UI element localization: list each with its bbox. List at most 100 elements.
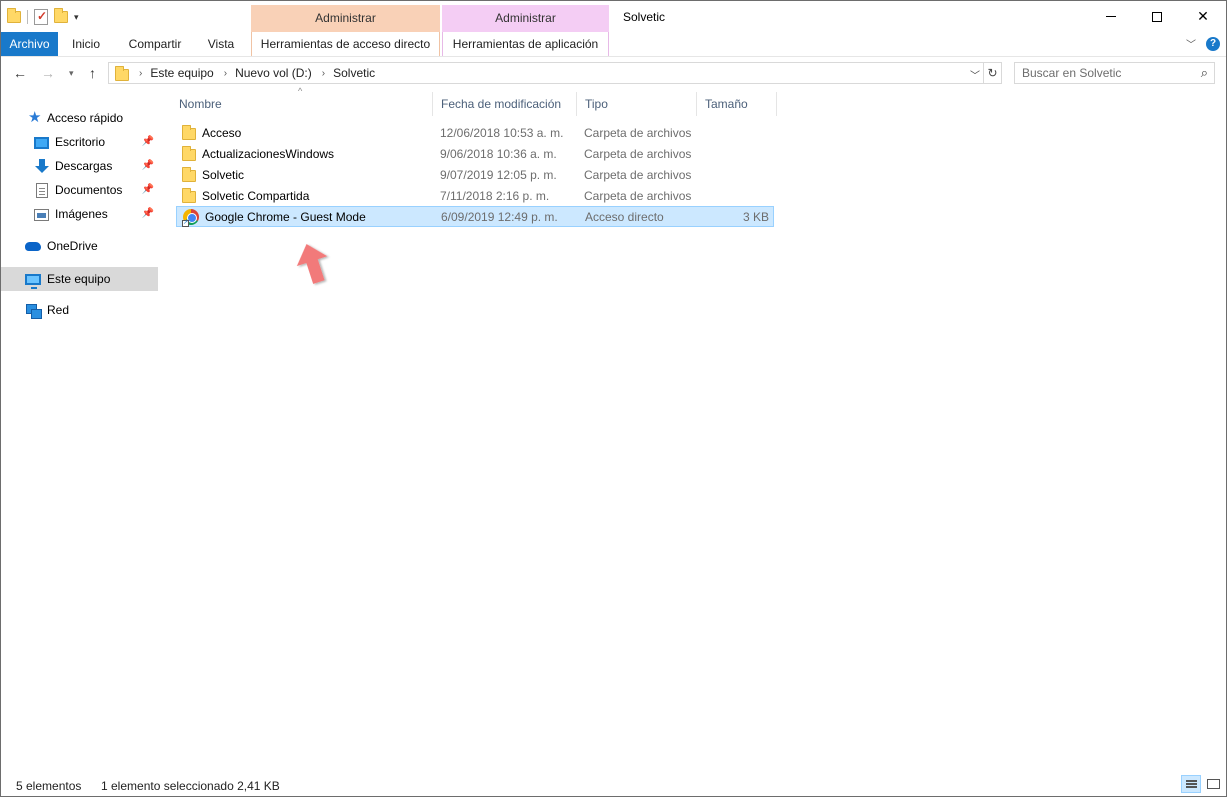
nav-item-label: Descargas xyxy=(55,159,113,173)
file-type: Carpeta de archivos xyxy=(584,167,692,182)
cloud-icon xyxy=(25,238,41,254)
breadcrumb-este-equipo[interactable]: Este equipo xyxy=(150,66,213,80)
chrome-icon: ↗ xyxy=(182,208,199,227)
nav-item-label: Este equipo xyxy=(47,272,111,286)
table-row[interactable]: Solvetic 9/07/2019 12:05 p. m. Carpeta d… xyxy=(176,164,774,185)
file-size: 3 KB xyxy=(742,209,769,224)
maximize-button[interactable] xyxy=(1134,1,1180,32)
breadcrumb-separator-icon[interactable]: › xyxy=(224,68,227,79)
column-header-date[interactable]: Fecha de modificación xyxy=(433,92,577,116)
address-row: ← → ▾ ↑ › Este equipo › Nuevo vol (D:) ›… xyxy=(1,57,1226,89)
new-folder-icon[interactable] xyxy=(54,8,68,23)
breadcrumb[interactable]: › Este equipo xyxy=(139,66,214,80)
properties-icon[interactable] xyxy=(34,9,48,25)
context-tab-header-shortcut: Administrar xyxy=(251,5,440,32)
context-tab-header-app: Administrar xyxy=(442,5,609,32)
search-input[interactable] xyxy=(1022,63,1192,83)
file-type: Acceso directo xyxy=(585,209,664,224)
back-arrow-icon[interactable]: ← xyxy=(13,65,27,81)
file-name: ActualizacionesWindows xyxy=(202,146,335,161)
file-name-cell: Acceso xyxy=(182,125,241,140)
nav-item-label: Documentos xyxy=(55,183,123,197)
pin-icon: 📌 xyxy=(141,208,154,219)
refresh-icon: ↻ xyxy=(987,66,998,80)
nav-item-label: Imágenes xyxy=(55,207,108,221)
maximize-icon xyxy=(1152,11,1162,22)
file-date: 6/09/2019 12:49 p. m. xyxy=(441,209,558,224)
table-row[interactable]: Solvetic Compartida 7/11/2018 2:16 p. m.… xyxy=(176,185,774,206)
table-row[interactable]: ActualizacionesWindows 9/06/2018 10:36 a… xyxy=(176,143,774,164)
breadcrumb-nuevo-vol[interactable]: Nuevo vol (D:) xyxy=(235,66,312,80)
status-selection: 1 elemento seleccionado 2,41 KB xyxy=(101,779,280,793)
file-type: Carpeta de archivos xyxy=(584,188,692,203)
annotation-arrow-icon xyxy=(296,244,328,284)
file-date: 12/06/2018 10:53 a. m. xyxy=(440,125,564,140)
nav-item-escritorio[interactable]: Escritorio 📌 xyxy=(1,130,158,154)
close-icon: ✕ xyxy=(1197,8,1209,24)
nav-item-imagenes[interactable]: Imágenes 📌 xyxy=(1,202,158,226)
forward-arrow-icon[interactable]: → xyxy=(41,65,55,81)
minimize-icon xyxy=(1106,16,1116,17)
details-view-button[interactable] xyxy=(1181,775,1201,793)
file-name-cell: ActualizacionesWindows xyxy=(182,146,334,161)
download-icon xyxy=(34,158,50,174)
column-header-type[interactable]: Tipo xyxy=(577,92,697,116)
breadcrumb[interactable]: › Solvetic xyxy=(322,66,375,80)
file-name: Google Chrome - Guest Mode xyxy=(205,209,366,224)
nav-item-label: Escritorio xyxy=(55,135,106,149)
file-name-cell: Solvetic xyxy=(182,167,244,182)
breadcrumb-separator-icon[interactable]: › xyxy=(139,68,142,79)
column-header-name[interactable]: Nombre xyxy=(171,92,433,116)
address-dropdown-icon[interactable]: ﹀ xyxy=(970,67,980,82)
help-icon[interactable]: ? xyxy=(1206,36,1220,51)
minimize-button[interactable] xyxy=(1088,1,1134,32)
document-icon xyxy=(36,182,48,198)
breadcrumb[interactable]: › Nuevo vol (D:) xyxy=(224,66,312,80)
file-name-cell: ↗ Google Chrome - Guest Mode xyxy=(182,208,366,227)
status-item-count: 5 elementos xyxy=(16,779,82,793)
network-icon xyxy=(25,302,42,319)
breadcrumb-solvetic[interactable]: Solvetic xyxy=(333,66,375,80)
nav-item-documentos[interactable]: Documentos 📌 xyxy=(1,178,158,202)
breadcrumb-separator-icon[interactable]: › xyxy=(322,68,325,79)
file-name: Solvetic xyxy=(202,167,245,182)
folder-icon xyxy=(7,8,21,23)
file-explorer-window: ▾ Administrar Administrar Solvetic ✕ Arc… xyxy=(0,0,1227,797)
up-arrow-icon[interactable]: ↑ xyxy=(89,65,96,81)
customize-toolbar-dropdown-icon[interactable]: ▾ xyxy=(74,12,79,23)
table-row-selected[interactable]: ↗ Google Chrome - Guest Mode 6/09/2019 1… xyxy=(176,206,774,227)
close-button[interactable]: ✕ xyxy=(1180,1,1226,32)
refresh-button[interactable]: ↻ xyxy=(984,62,1002,84)
nav-item-label: Red xyxy=(47,303,70,317)
file-type: Carpeta de archivos xyxy=(584,125,692,140)
search-icon[interactable]: ⌕ xyxy=(1201,65,1208,81)
file-name: Acceso xyxy=(202,125,242,140)
large-icons-view-button[interactable] xyxy=(1203,775,1223,793)
file-type: Carpeta de archivos xyxy=(584,146,692,161)
pin-icon: 📌 xyxy=(141,184,154,195)
file-name-cell: Solvetic Compartida xyxy=(182,188,309,203)
tab-vista[interactable]: Vista xyxy=(199,32,243,56)
tab-shortcut-tools[interactable]: Herramientas de acceso directo xyxy=(251,32,440,56)
table-row[interactable]: Acceso 12/06/2018 10:53 a. m. Carpeta de… xyxy=(176,122,774,143)
file-date: 7/11/2018 2:16 p. m. xyxy=(440,188,550,203)
file-date: 9/07/2019 12:05 p. m. xyxy=(440,167,557,182)
pictures-icon xyxy=(34,209,49,221)
tab-application-tools[interactable]: Herramientas de aplicación xyxy=(442,32,609,56)
column-header-size[interactable]: Tamaño xyxy=(697,92,777,116)
toolbar-separator xyxy=(27,10,28,24)
tab-compartir[interactable]: Compartir xyxy=(119,32,191,56)
nav-item-quick-access[interactable]: Acceso rápido xyxy=(1,106,158,130)
address-bar[interactable]: › Este equipo › Nuevo vol (D:) › Solveti… xyxy=(108,62,984,84)
nav-item-descargas[interactable]: Descargas 📌 xyxy=(1,154,158,178)
pin-icon: 📌 xyxy=(141,160,154,171)
recent-locations-chevron-icon[interactable]: ▾ xyxy=(69,68,74,79)
search-box[interactable]: ⌕ xyxy=(1014,62,1215,84)
nav-item-red[interactable]: Red xyxy=(1,298,158,322)
expand-ribbon-icon[interactable]: ﹀ xyxy=(1186,36,1196,51)
tab-inicio[interactable]: Inicio xyxy=(61,32,111,56)
ribbon-tabs: Archivo Inicio Compartir Vista Herramien… xyxy=(1,32,1226,57)
nav-item-onedrive[interactable]: OneDrive xyxy=(1,234,158,258)
tab-archivo[interactable]: Archivo xyxy=(1,32,58,56)
nav-item-este-equipo[interactable]: Este equipo xyxy=(1,267,158,291)
